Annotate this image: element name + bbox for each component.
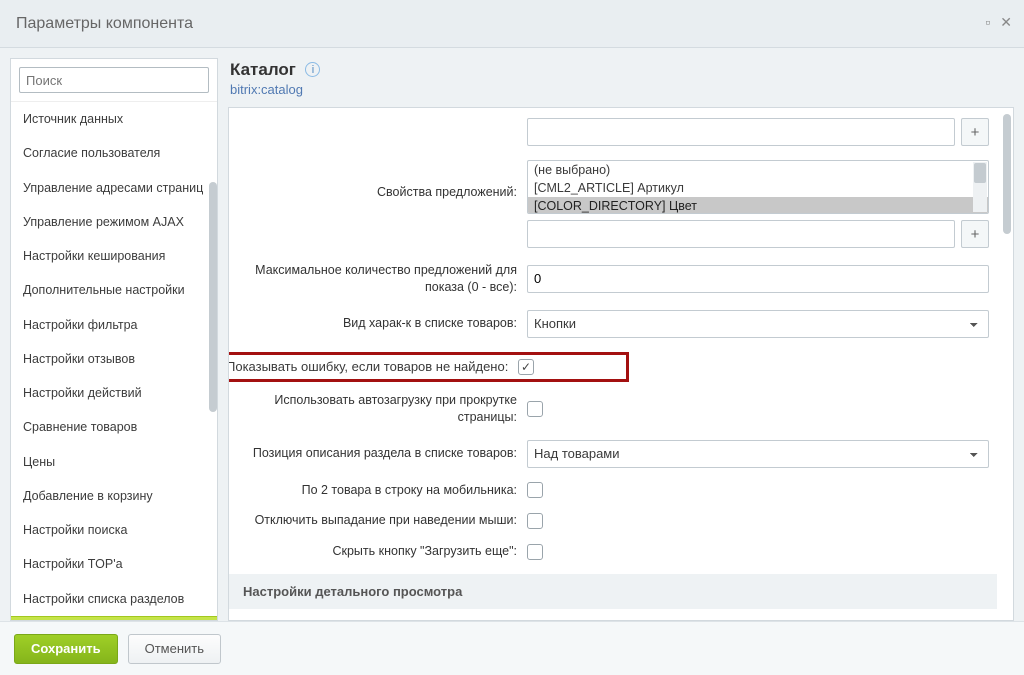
sidebar-item[interactable]: Настройки фильтра bbox=[11, 308, 217, 342]
sidebar-item[interactable]: Источник данных bbox=[11, 102, 217, 136]
add-button[interactable]: + bbox=[961, 220, 989, 248]
cancel-button[interactable]: Отменить bbox=[128, 634, 221, 664]
highlighted-row: Показывать ошибку, если товаров не найде… bbox=[228, 352, 629, 382]
offer-properties-extra-input[interactable] bbox=[527, 220, 955, 248]
select-option-selected[interactable]: [COLOR_DIRECTORY] Цвет bbox=[528, 197, 988, 214]
sidebar-item[interactable]: Настройки списка разделов bbox=[11, 582, 217, 616]
search-input[interactable] bbox=[19, 67, 209, 93]
sidebar-item[interactable]: Добавление в корзину bbox=[11, 479, 217, 513]
sidebar-item[interactable]: Цены bbox=[11, 445, 217, 479]
sidebar-item-active[interactable]: Настройки списка bbox=[11, 616, 217, 620]
max-offers-input[interactable] bbox=[527, 265, 989, 293]
field-label: По 2 товара в строку на мобильника: bbox=[229, 482, 527, 499]
component-code: bitrix:catalog bbox=[230, 82, 1014, 97]
select-option[interactable]: (не выбрано) bbox=[528, 161, 988, 179]
sidebar-item[interactable]: Настройки поиска bbox=[11, 513, 217, 547]
sidebar-scrollbar-thumb[interactable] bbox=[209, 182, 217, 412]
sidebar-item[interactable]: Дополнительные настройки bbox=[11, 273, 217, 307]
field-label: Вид харак-к в списке товаров: bbox=[229, 315, 527, 332]
main-header: Каталог i bitrix:catalog bbox=[228, 58, 1014, 107]
spec-view-select[interactable]: Кнопки bbox=[527, 310, 989, 338]
field-label: Скрыть кнопку "Загрузить еще": bbox=[229, 543, 527, 560]
field-label: Позиция описания раздела в списке товаро… bbox=[229, 445, 527, 462]
sidebar: Источник данных Согласие пользователя Уп… bbox=[10, 58, 218, 621]
content-scrollbar-thumb[interactable] bbox=[1003, 114, 1011, 234]
disable-hover-checkbox[interactable] bbox=[527, 513, 543, 529]
show-error-checkbox[interactable] bbox=[518, 359, 534, 375]
close-icon[interactable]: ✕ bbox=[1000, 14, 1012, 31]
sidebar-nav: Источник данных Согласие пользователя Уп… bbox=[11, 102, 217, 620]
sidebar-item[interactable]: Согласие пользователя bbox=[11, 136, 217, 170]
page-title: Каталог bbox=[230, 60, 296, 80]
two-per-row-checkbox[interactable] bbox=[527, 482, 543, 498]
add-button[interactable]: + bbox=[961, 118, 989, 146]
autoload-checkbox[interactable] bbox=[527, 401, 543, 417]
info-icon[interactable]: i bbox=[305, 62, 320, 77]
content-panel: + Свойства предложений: (не выбрано) [CM… bbox=[228, 107, 1014, 621]
sidebar-item[interactable]: Настройки TOP'а bbox=[11, 547, 217, 581]
sidebar-item[interactable]: Управление адресами страниц bbox=[11, 171, 217, 205]
field-label: Использовать автозагрузку при прокрутке … bbox=[229, 392, 527, 426]
sidebar-item[interactable]: Сравнение товаров bbox=[11, 410, 217, 444]
hide-load-more-checkbox[interactable] bbox=[527, 544, 543, 560]
field-label: Отключить выпадание при наведении мыши: bbox=[229, 512, 527, 529]
select-option[interactable]: [CML2_ARTICLE] Артикул bbox=[528, 179, 988, 197]
sidebar-item[interactable]: Управление режимом AJAX bbox=[11, 205, 217, 239]
save-button[interactable]: Сохранить bbox=[14, 634, 118, 664]
offer-properties-select[interactable]: (не выбрано) [CML2_ARTICLE] Артикул [COL… bbox=[527, 160, 989, 214]
multiselect-scrollbar-thumb[interactable] bbox=[974, 163, 986, 183]
desc-position-select[interactable]: Над товарами bbox=[527, 440, 989, 468]
titlebar: Параметры компонента ▫ ✕ bbox=[0, 0, 1024, 48]
field-label: Показывать ошибку, если товаров не найде… bbox=[228, 359, 518, 374]
extra-input-top[interactable] bbox=[527, 118, 955, 146]
section-header-detail[interactable]: Настройки детального просмотра bbox=[229, 574, 997, 609]
sidebar-item[interactable]: Настройки кеширования bbox=[11, 239, 217, 273]
footer: Сохранить Отменить bbox=[0, 621, 1024, 675]
window-title: Параметры компонента bbox=[16, 15, 193, 33]
sidebar-item[interactable]: Настройки отзывов bbox=[11, 342, 217, 376]
field-label: Максимальное количество предложений для … bbox=[229, 262, 527, 296]
field-label: Свойства предложений: bbox=[229, 160, 527, 201]
minimize-icon[interactable]: ▫ bbox=[985, 14, 990, 31]
sidebar-item[interactable]: Настройки действий bbox=[11, 376, 217, 410]
